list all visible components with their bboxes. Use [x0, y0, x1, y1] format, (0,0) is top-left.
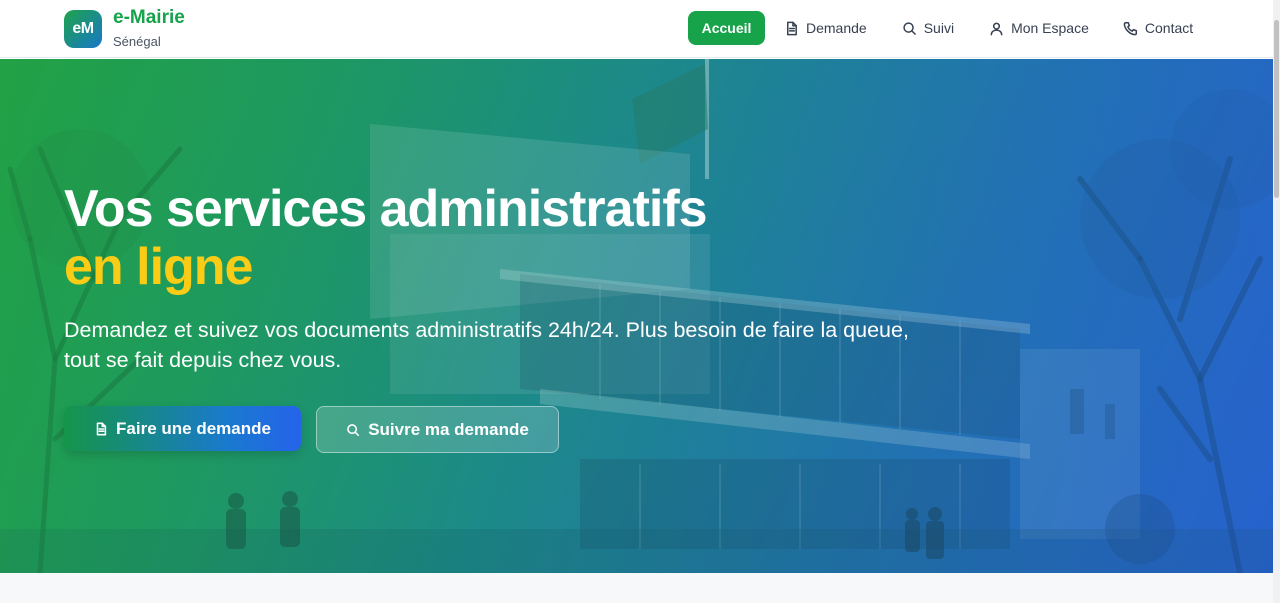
- page-scrollbar[interactable]: [1273, 0, 1280, 603]
- nav-item-mon-espace[interactable]: Mon Espace: [979, 11, 1099, 45]
- nav-item-demande[interactable]: Demande: [774, 11, 877, 45]
- nav-item-suivi[interactable]: Suivi: [892, 11, 964, 45]
- logo-badge[interactable]: eM: [64, 10, 102, 48]
- nav-item-contact[interactable]: Contact: [1113, 11, 1203, 45]
- document-icon: [787, 21, 797, 35]
- hero-section: Vos services administratifs en ligne Dem…: [0, 59, 1273, 573]
- phone-icon: [1123, 21, 1137, 35]
- button-label: Suivre ma demande: [368, 419, 529, 439]
- next-section: [0, 573, 1273, 603]
- hero-title: Vos services administratifs: [64, 180, 708, 238]
- document-icon: [96, 422, 107, 435]
- site-header: eM e-Mairie Sénégal Accueil Demande Suiv…: [0, 0, 1273, 58]
- nav-label: Suivi: [923, 20, 955, 36]
- faire-une-demande-button[interactable]: Faire une demande: [64, 406, 301, 451]
- brand-title[interactable]: e-Mairie: [113, 7, 185, 29]
- search-icon: [903, 21, 916, 35]
- hero-title-highlight: en ligne: [64, 238, 253, 296]
- brand-subtitle: Sénégal: [113, 34, 161, 49]
- button-label: Faire une demande: [116, 418, 271, 438]
- nav-label: Demande: [806, 20, 867, 36]
- hero-description: Demandez et suivez vos documents adminis…: [64, 318, 909, 372]
- nav-item-accueil[interactable]: Accueil: [688, 11, 765, 45]
- nav-label: Contact: [1144, 20, 1194, 36]
- main-nav: Accueil Demande Suivi Mon Espace Contact: [688, 11, 1203, 45]
- scrollbar-thumb[interactable]: [1274, 20, 1279, 198]
- nav-label: Mon Espace: [1011, 20, 1089, 36]
- suivre-ma-demande-button[interactable]: Suivre ma demande: [316, 406, 559, 453]
- user-icon: [990, 22, 1003, 35]
- search-icon: [347, 423, 360, 436]
